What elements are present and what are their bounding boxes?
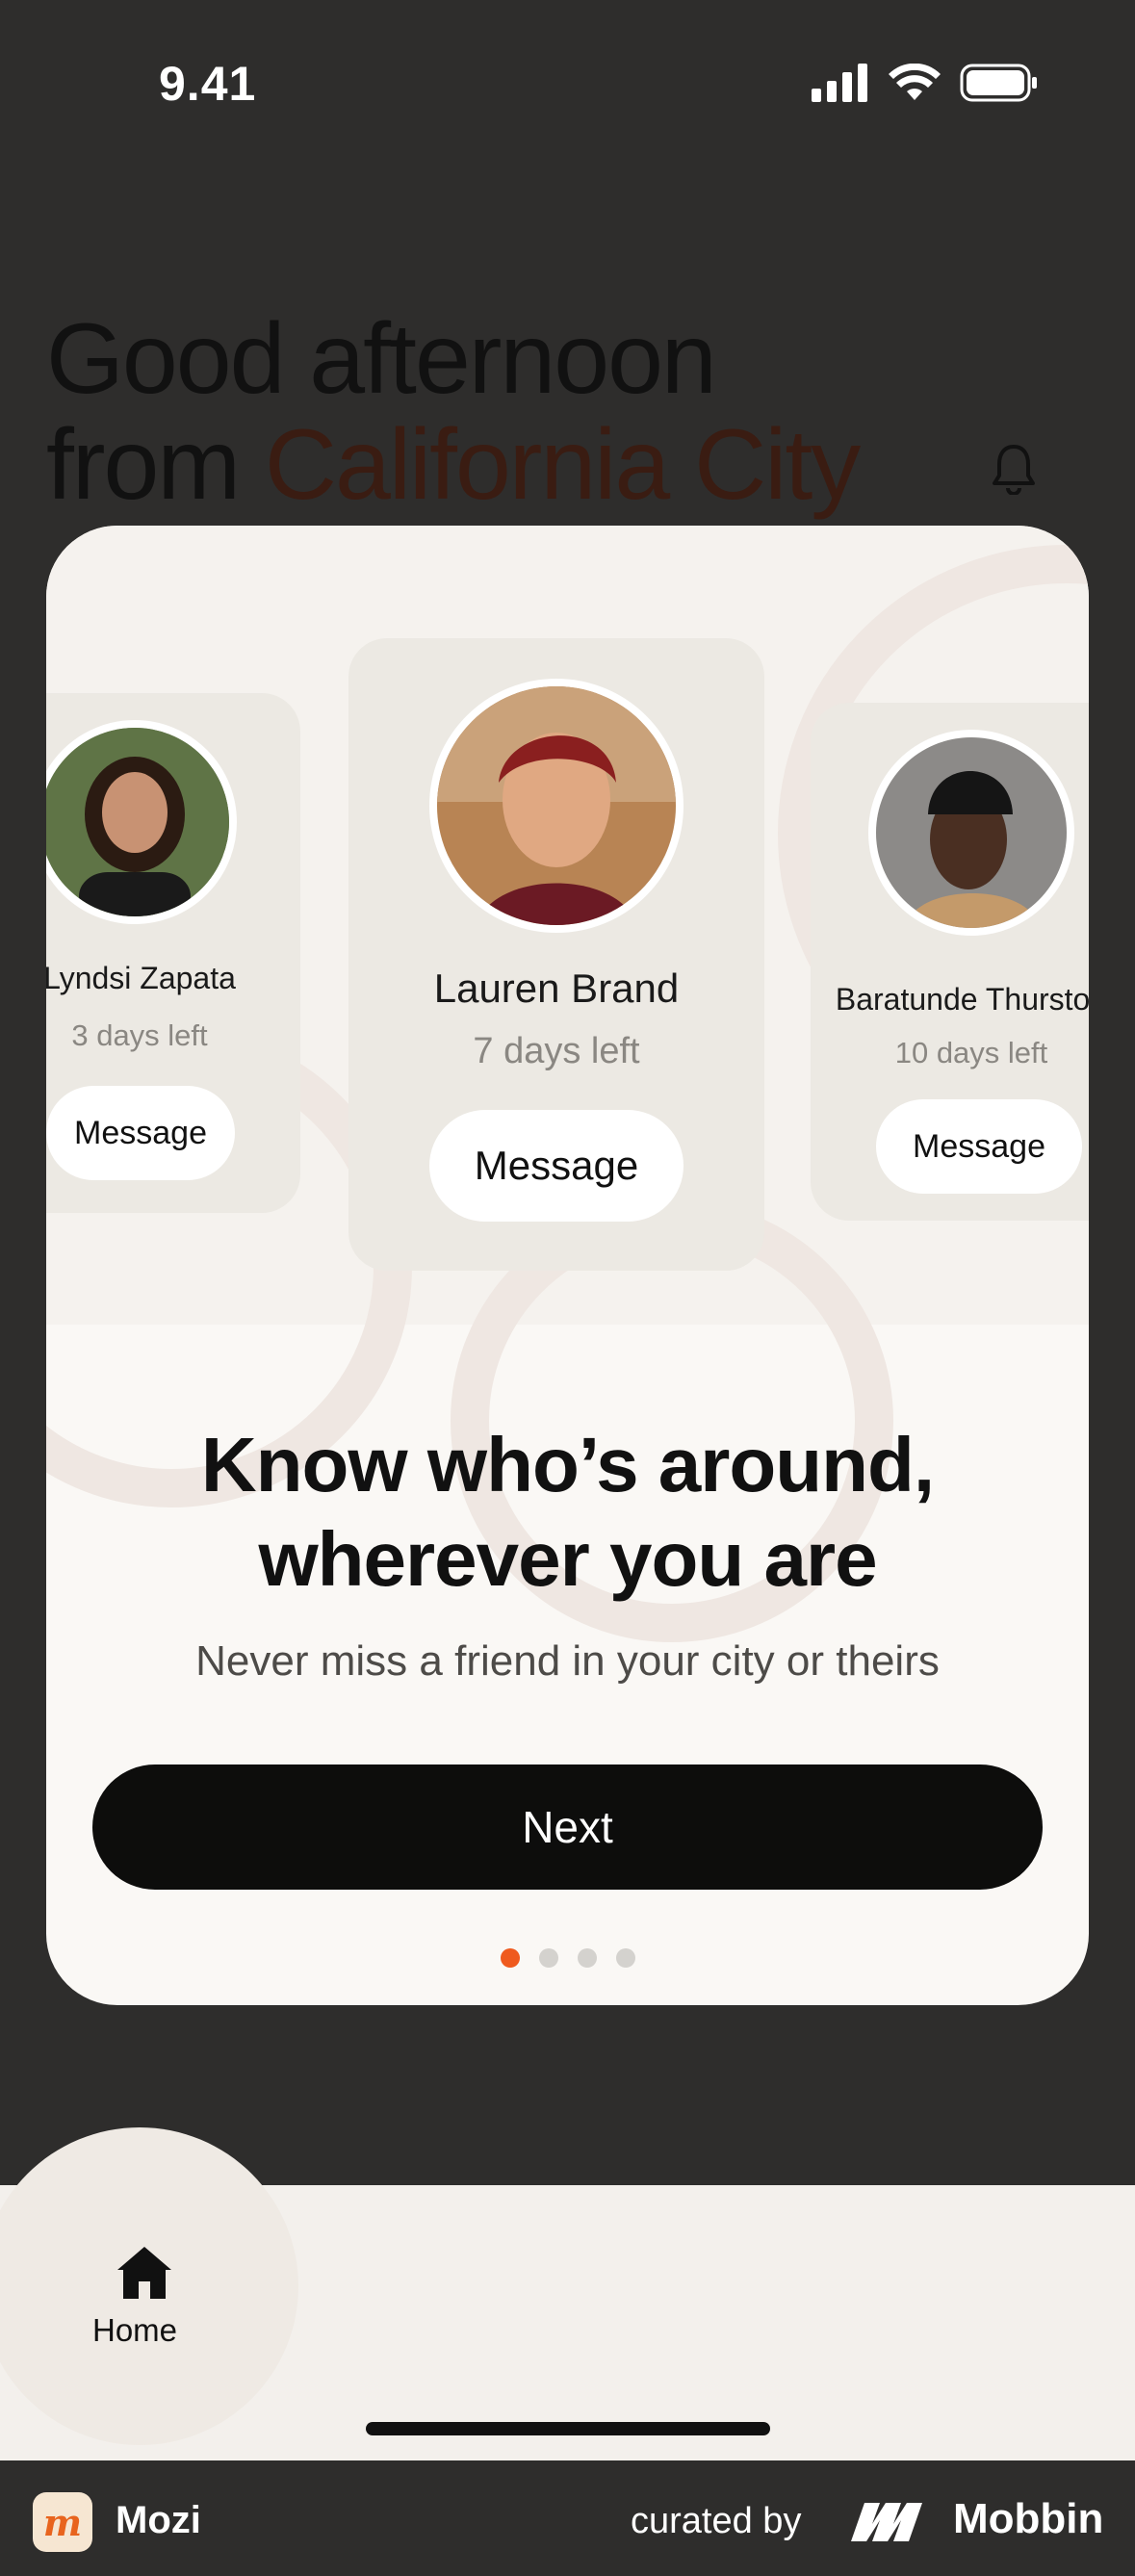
home-indicator [366,2422,770,2435]
profile-card-baratunde: Baratunde Thurston 10 days left Message [811,703,1089,1221]
profile-days-left: 7 days left [473,1031,640,1071]
page-dot[interactable] [577,1948,597,1968]
tab-home-label: Home [92,2312,178,2348]
signal-icon [812,64,867,102]
greeting-line1: Good afternoon [46,303,717,415]
profile-name: Baratunde Thurston [835,982,1089,1017]
onboarding-headline: Know who’s around, wherever you are [46,1418,1089,1607]
profile-name: Lyndsi Zapata [46,961,236,995]
avatar-lauren [429,679,684,933]
page-dot[interactable] [615,1948,635,1968]
message-button[interactable]: Message [876,1099,1082,1194]
profile-name: Lauren Brand [433,966,680,1011]
curated-by-label: curated by [631,2501,802,2541]
message-button[interactable]: Message [429,1110,684,1222]
profile-days-left: 3 days left [71,1018,208,1052]
app-name: Mozi [116,2499,201,2541]
greeting-heading: Good afternoon from California City [46,303,861,521]
profile-days-left: 10 days left [894,1036,1048,1069]
avatar-baratunde [868,730,1074,936]
wifi-icon [889,64,941,100]
mozi-logo: m [33,2492,92,2552]
greeting-line2: from California City [46,409,861,521]
onboarding-modal: Lyndsi Zapata 3 days left Message Lauren… [46,526,1089,2005]
onboarding-subtitle: Never miss a friend in your city or thei… [195,1637,940,1685]
home-icon [117,2247,171,2299]
status-icons [812,64,1039,102]
brand-name: Mobbin [953,2495,1104,2542]
mobbin-logo-icon [851,2503,922,2541]
profile-card-lauren: Lauren Brand 7 days left Message [348,638,764,1271]
page-indicator [46,1948,1089,1968]
profile-card-lyndsi: Lyndsi Zapata 3 days left Message [46,693,300,1213]
avatar-lyndsi [46,720,237,924]
headline-line1: Know who’s around, [200,1422,935,1507]
next-button[interactable]: Next [92,1765,1043,1890]
bell-icon[interactable] [992,443,1036,495]
headline-line2: wherever you are [258,1516,877,1602]
message-button[interactable]: Message [46,1086,235,1180]
page-dot-active[interactable] [500,1948,520,1968]
page-dot[interactable] [538,1948,558,1968]
tab-bar: Home [0,2127,1135,2460]
greeting-city: California City [264,409,861,521]
status-time: 9.41 [159,57,257,111]
greeting-prefix: from [46,409,265,521]
battery-icon [960,64,1037,102]
footer-bar: m Mozi curated by Mobbin [0,2460,1135,2576]
